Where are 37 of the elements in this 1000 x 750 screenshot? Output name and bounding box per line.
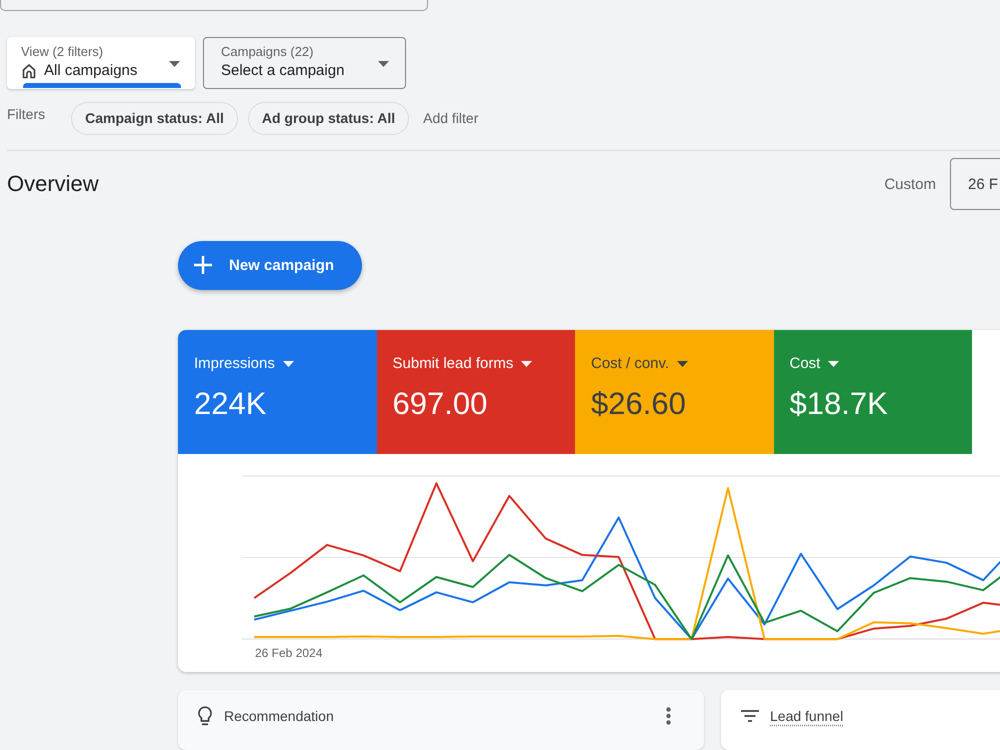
caret-icon xyxy=(521,360,532,367)
home-icon xyxy=(21,62,37,79)
caret-icon xyxy=(282,360,294,367)
new-campaign-button[interactable]: New campaign xyxy=(178,240,362,290)
metric-value: $26.60 xyxy=(591,386,686,422)
caret-icon xyxy=(828,360,840,367)
card-title[interactable]: Lead funnel xyxy=(770,706,844,725)
caret-icon xyxy=(677,360,688,367)
lightbulb-icon xyxy=(197,706,213,726)
campaign-dropdown[interactable]: Campaigns (22) Select a campaign xyxy=(203,36,406,89)
plus-icon xyxy=(194,256,212,274)
date-range-picker[interactable]: 26 F xyxy=(950,158,1000,210)
metric-dropdown[interactable]: Submit lead forms xyxy=(392,355,532,372)
view-dropdown[interactable]: View (2 filters) All campaigns xyxy=(7,36,195,89)
dropdown-label: Campaigns (22) xyxy=(221,44,314,60)
metric-value: $18.7K xyxy=(790,386,888,422)
metric-dropdown[interactable]: Cost / conv. xyxy=(591,355,688,372)
metric-dropdown[interactable]: Cost xyxy=(790,355,840,372)
caret-icon xyxy=(169,60,180,67)
add-filter-button[interactable]: Add filter xyxy=(419,110,478,126)
metric-value: 697.00 xyxy=(392,386,488,422)
dropdown-value: All campaigns xyxy=(44,60,138,81)
more-icon[interactable] xyxy=(666,706,671,725)
overview-title: Overview xyxy=(7,171,99,198)
filters-label: Filters xyxy=(7,106,46,122)
filter-icon xyxy=(741,710,759,722)
dropdown-value: Select a campaign xyxy=(221,60,344,81)
date-range-label: Custom xyxy=(884,176,936,193)
card-title: Recommendation xyxy=(224,706,334,725)
axis-date-label: 26 Feb 2024 xyxy=(255,646,324,660)
caret-icon xyxy=(378,60,389,67)
filter-chip[interactable]: Campaign status: All xyxy=(71,102,238,135)
filter-chip[interactable]: Ad group status: All xyxy=(248,102,410,135)
button-label: New campaign xyxy=(229,256,334,274)
metric-value: 224K xyxy=(194,386,266,422)
metric-dropdown[interactable]: Impressions xyxy=(194,355,294,372)
dropdown-label: View (2 filters) xyxy=(21,44,104,60)
